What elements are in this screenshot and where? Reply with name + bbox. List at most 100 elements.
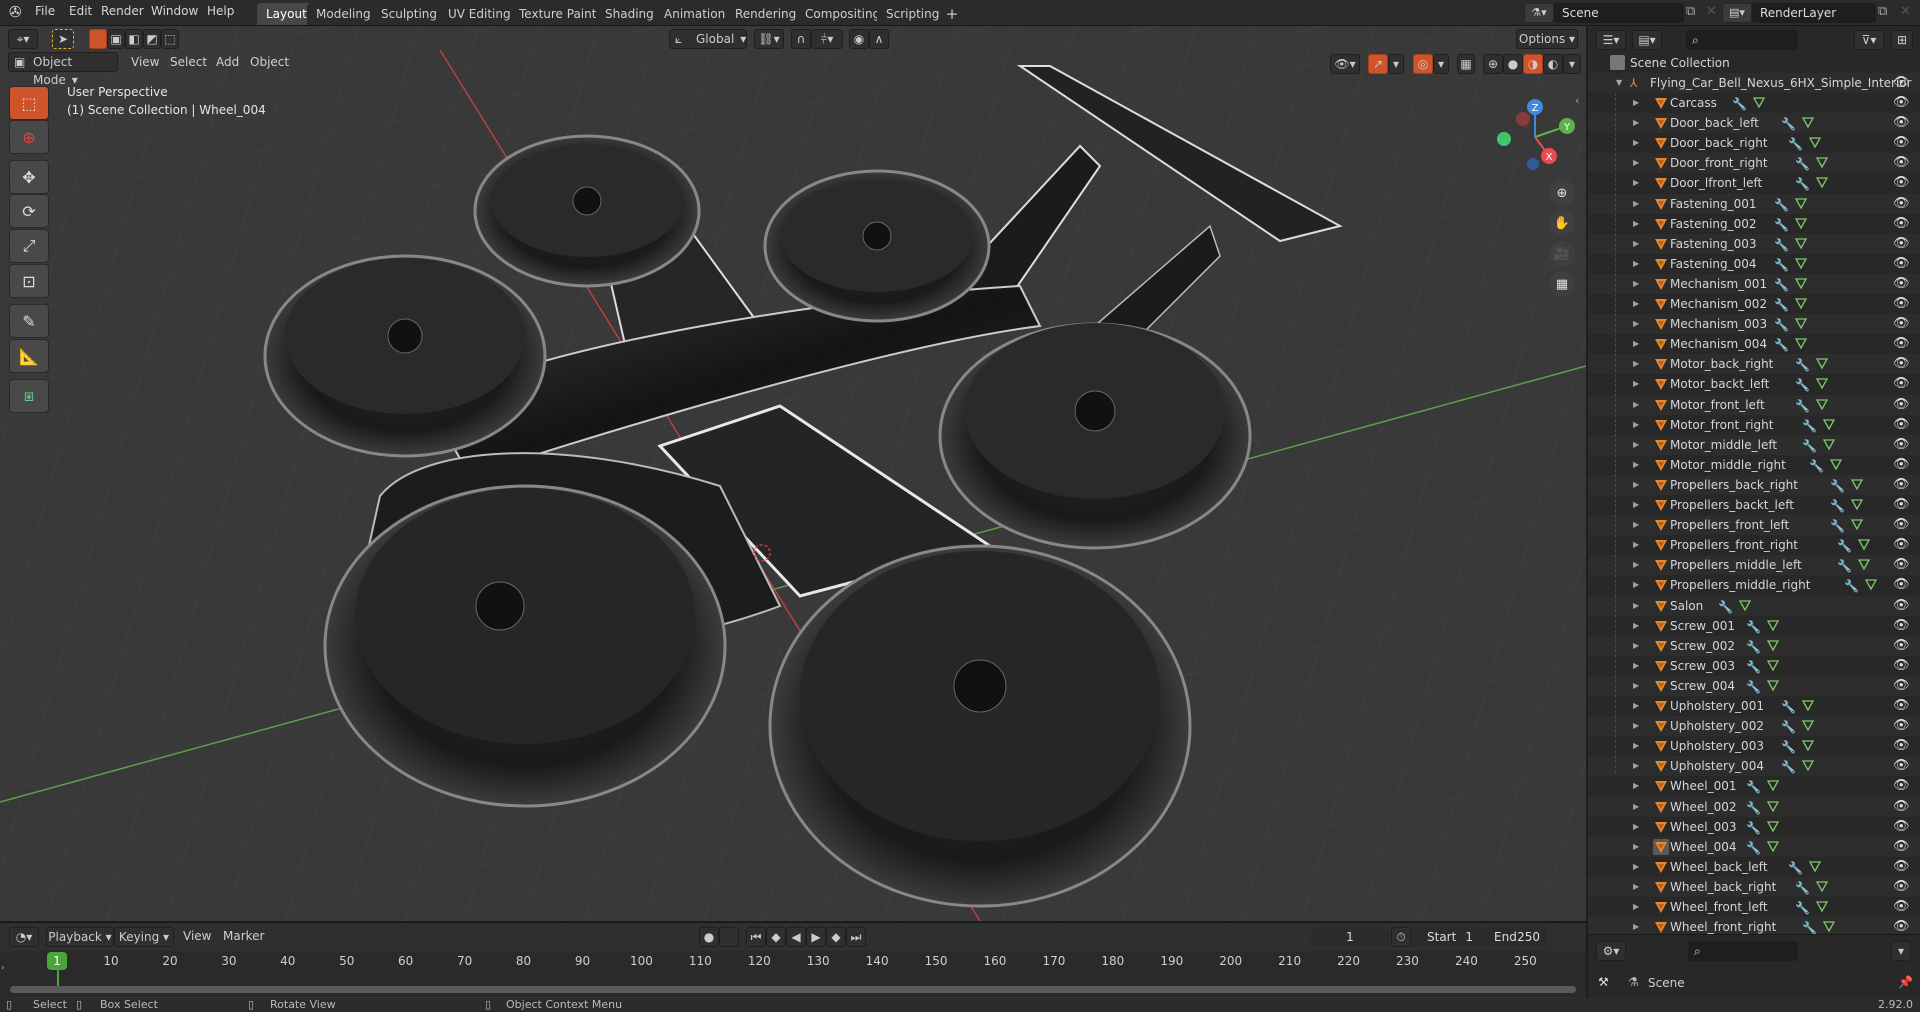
modifier-wrench-icon[interactable]: 🔧 <box>1795 396 1810 416</box>
mesh-data-icon[interactable] <box>1766 638 1780 652</box>
mesh-data-icon[interactable] <box>1850 517 1864 531</box>
new-scene-icon[interactable]: ⧉ <box>1686 4 1695 19</box>
outliner-item[interactable]: ▶ Screw_003 🔧 👁 <box>1588 656 1920 676</box>
end-frame-field[interactable]: End 250 <box>1482 927 1546 947</box>
modifier-wrench-icon[interactable]: 🔧 <box>1795 878 1810 898</box>
modifier-wrench-icon[interactable]: 🔧 <box>1746 838 1761 858</box>
mesh-data-icon[interactable] <box>1794 296 1808 310</box>
visibility-eye-icon[interactable]: 👁 <box>1893 153 1910 173</box>
expand-arrow-icon[interactable]: ▶ <box>1633 877 1639 897</box>
outliner-search-input[interactable]: ⌕ <box>1686 30 1798 50</box>
mode-dropdown[interactable]: ▣ Object Mode ▾ <box>8 52 118 87</box>
modifier-wrench-icon[interactable]: 🔧 <box>1774 195 1789 215</box>
modifier-wrench-icon[interactable]: 🔧 <box>1781 737 1796 757</box>
outliner-item[interactable]: ▶ Upholstery_004 🔧 👁 <box>1588 756 1920 777</box>
expand-arrow-icon[interactable]: ▶ <box>1633 575 1639 595</box>
viewport-menu-add[interactable]: Add <box>216 55 239 69</box>
gizmo-dropdown[interactable]: ▾ <box>1388 54 1404 74</box>
expand-arrow-icon[interactable]: ▶ <box>1633 756 1639 776</box>
modifier-wrench-icon[interactable]: 🔧 <box>1781 717 1796 737</box>
outliner-item[interactable]: ▶ Motor_middle_left 🔧 👁 <box>1588 434 1920 455</box>
outliner-item[interactable]: ▶ Fastening_001 🔧 👁 <box>1588 193 1920 215</box>
playback-dropdown[interactable]: Playback ▾ <box>46 927 114 947</box>
current-frame-field[interactable]: 1 <box>1310 927 1390 947</box>
outliner-item[interactable]: ▶ Upholstery_001 🔧 👁 <box>1588 696 1920 716</box>
viewport-menu-select[interactable]: Select <box>170 55 207 69</box>
mesh-data-icon[interactable] <box>1822 417 1836 431</box>
menu-help[interactable]: Help <box>207 4 234 18</box>
visibility-eye-icon[interactable]: 👁 <box>1893 555 1910 575</box>
expand-arrow-icon[interactable]: ▶ <box>1633 194 1639 214</box>
mesh-data-icon[interactable] <box>1829 457 1843 471</box>
expand-arrow-icon[interactable]: ▶ <box>1633 616 1639 636</box>
visibility-eye-icon[interactable]: 👁 <box>1893 475 1910 495</box>
menu-file[interactable]: File <box>35 4 55 18</box>
visibility-eye-icon[interactable]: 👁 <box>1893 616 1910 636</box>
menu-edit[interactable]: Edit <box>69 4 92 18</box>
mesh-data-icon[interactable] <box>1794 236 1808 250</box>
shading-rendered-icon[interactable]: ◐ <box>1543 54 1563 74</box>
timeline-menu-marker[interactable]: Marker <box>223 929 264 943</box>
mesh-data-icon[interactable] <box>1815 155 1829 169</box>
mesh-data-icon[interactable] <box>1808 859 1822 873</box>
expand-arrow-icon[interactable]: ▶ <box>1633 334 1639 354</box>
visibility-eye-icon[interactable]: 👁 <box>1893 877 1910 897</box>
ortho-toggle-button[interactable]: ▦ <box>1549 271 1575 297</box>
outliner-item[interactable]: ▶ Propellers_middle_right 🔧 👁 <box>1588 575 1920 595</box>
tool-add-cube[interactable]: ⧆ <box>9 379 49 413</box>
visibility-eye-icon[interactable]: 👁 <box>1893 455 1910 475</box>
modifier-wrench-icon[interactable]: 🔧 <box>1781 114 1796 134</box>
view-layer-selector-icon[interactable]: ▤▾ <box>1722 3 1752 23</box>
visibility-eye-icon[interactable]: 👁 <box>1893 797 1910 817</box>
visibility-eye-icon[interactable]: 👁 <box>1893 636 1910 656</box>
play-reverse-button[interactable]: ◀ <box>786 927 806 947</box>
modifier-wrench-icon[interactable]: 🔧 <box>1746 637 1761 657</box>
expand-arrow-icon[interactable]: ▶ <box>1633 274 1639 294</box>
select-mode-subtract-icon[interactable]: ◧ <box>125 29 143 49</box>
outliner-item[interactable]: ▶ Fastening_004 🔧 👁 <box>1588 254 1920 274</box>
modifier-wrench-icon[interactable]: 🔧 <box>1746 798 1761 818</box>
modifier-wrench-icon[interactable]: 🔧 <box>1774 275 1789 295</box>
visibility-eye-icon[interactable]: 👁 <box>1893 535 1910 555</box>
expand-arrow-icon[interactable]: ▶ <box>1633 656 1639 676</box>
outliner-filter-view-button[interactable]: ▤▾ <box>1632 30 1662 50</box>
mesh-data-icon[interactable] <box>1822 437 1836 451</box>
outliner-item[interactable]: ▶ Propellers_back_right 🔧 👁 <box>1588 474 1920 495</box>
menu-render[interactable]: Render <box>101 4 144 18</box>
timeline-editor-type-button[interactable]: ◔▾ <box>9 927 39 947</box>
jump-end-button[interactable]: ⏭ <box>846 927 866 947</box>
play-button[interactable]: ▶ <box>806 927 826 947</box>
mesh-data-icon[interactable] <box>1794 196 1808 210</box>
mesh-data-icon[interactable] <box>1801 738 1815 752</box>
outliner-item[interactable]: ▶ Carcass 🔧 👁 <box>1588 93 1920 113</box>
pan-view-button[interactable]: ✋ <box>1549 210 1575 236</box>
scene-name-field[interactable]: Scene <box>1554 3 1684 23</box>
mesh-data-icon[interactable] <box>1815 397 1829 411</box>
mesh-data-icon[interactable] <box>1766 618 1780 632</box>
outliner-item[interactable]: ▶ Door_lfront_left 🔧 👁 <box>1588 173 1920 193</box>
outliner-item[interactable]: ▶ Motor_back_right 🔧 👁 <box>1588 354 1920 375</box>
mesh-data-icon[interactable] <box>1766 799 1780 813</box>
visibility-eye-icon[interactable]: 👁 <box>1893 254 1910 274</box>
delete-scene-icon[interactable]: ✕ <box>1706 4 1717 19</box>
tool-move[interactable]: ✥ <box>9 160 49 194</box>
visibility-selectability-button[interactable]: 👁▾ <box>1330 54 1360 74</box>
visibility-eye-icon[interactable]: 👁 <box>1893 73 1910 93</box>
mesh-data-icon[interactable] <box>1766 819 1780 833</box>
mesh-data-icon[interactable] <box>1815 376 1829 390</box>
mesh-data-icon[interactable] <box>1766 678 1780 692</box>
tool-rotate[interactable]: ⟳ <box>9 194 49 228</box>
view-layer-field[interactable]: RenderLayer <box>1752 3 1876 23</box>
visibility-eye-icon[interactable]: 👁 <box>1893 575 1910 595</box>
visibility-eye-icon[interactable]: 👁 <box>1893 897 1910 917</box>
tab-shading[interactable]: Shading <box>596 3 663 25</box>
snap-target-button[interactable]: ⫩▾ <box>811 29 843 49</box>
outliner-item[interactable]: ▶ Motor_middle_right 🔧 👁 <box>1588 455 1920 475</box>
mesh-data-icon[interactable] <box>1815 175 1829 189</box>
properties-options-dropdown[interactable]: ▾ <box>1891 941 1911 961</box>
modifier-wrench-icon[interactable]: 🔧 <box>1774 215 1789 235</box>
expand-arrow-icon[interactable]: ▶ <box>1633 133 1639 153</box>
mesh-data-icon[interactable] <box>1815 356 1829 370</box>
modifier-wrench-icon[interactable]: 🔧 <box>1774 315 1789 335</box>
properties-editor-type-button[interactable]: ⚙▾ <box>1596 941 1626 961</box>
